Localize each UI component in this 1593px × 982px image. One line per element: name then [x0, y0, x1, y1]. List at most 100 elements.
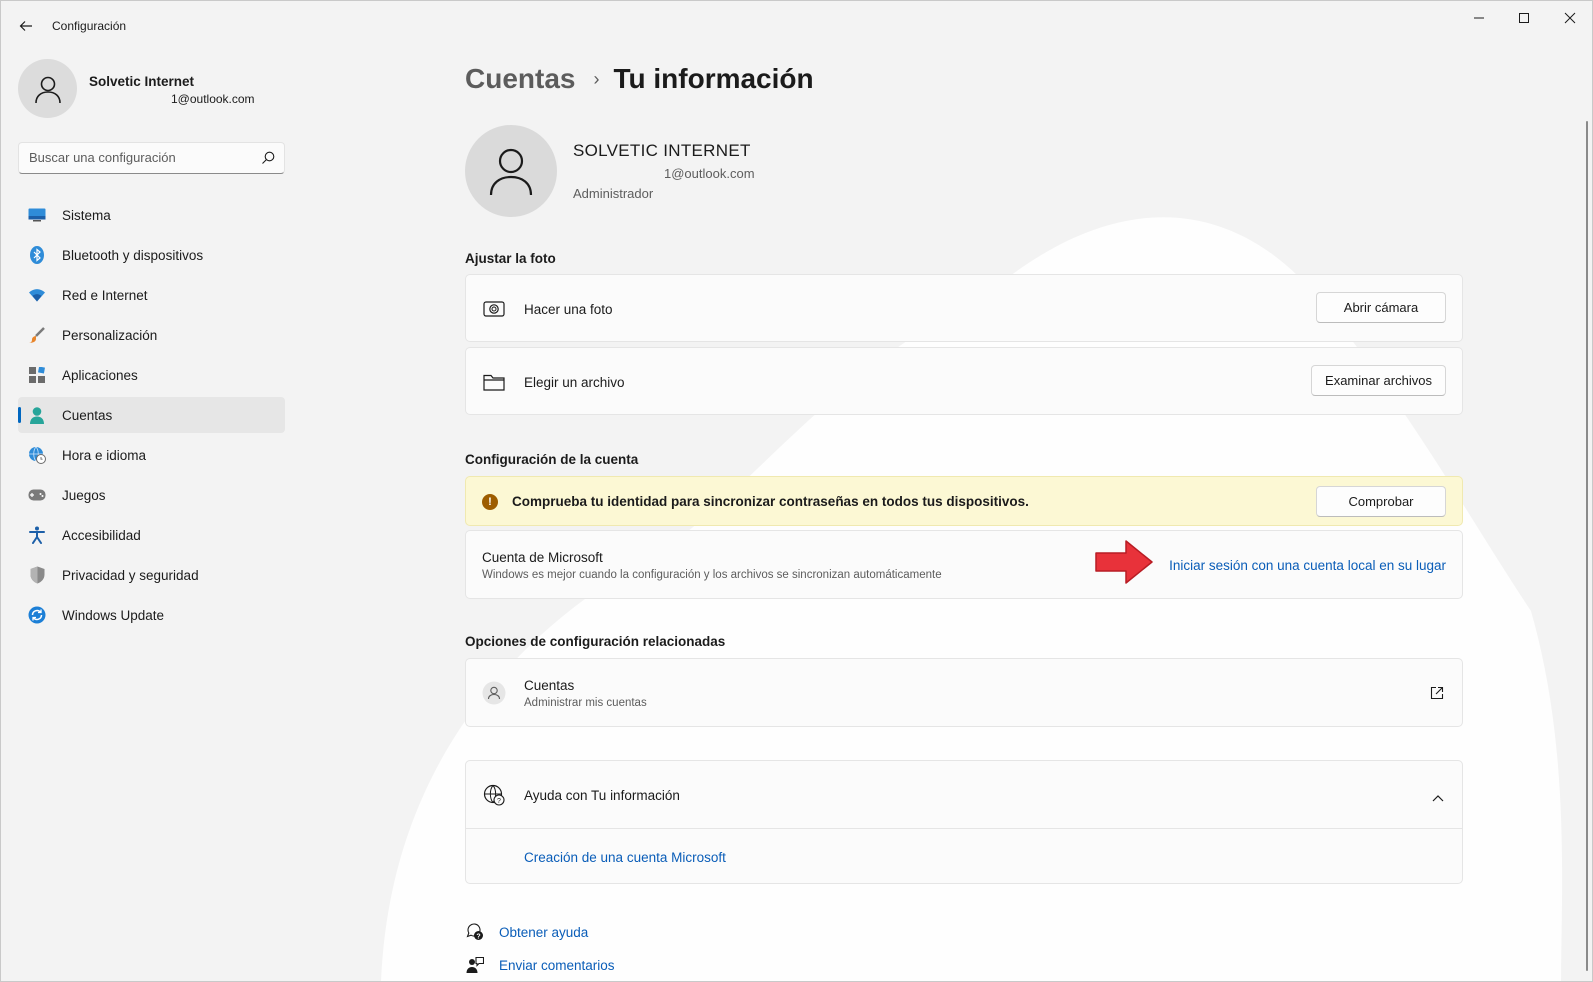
red-arrow-annotation [1095, 540, 1153, 584]
person-icon [28, 406, 46, 424]
sidebar-nav: Sistema Bluetooth y dispositivos Red e I… [18, 197, 285, 637]
breadcrumb-parent[interactable]: Cuentas [465, 63, 575, 95]
profile-name: Solvetic Internet [89, 74, 195, 89]
person-icon [489, 148, 533, 196]
globe-help-icon: ? [482, 783, 506, 807]
bluetooth-icon [28, 246, 46, 264]
back-arrow-icon [19, 21, 32, 31]
breadcrumb-separator: › [593, 68, 600, 89]
globe-clock-icon [28, 446, 46, 464]
brush-icon [28, 326, 46, 344]
search-input[interactable] [29, 150, 249, 165]
sidebar-item-label: Windows Update [62, 607, 165, 623]
external-link-icon[interactable] [1430, 686, 1444, 705]
microsoft-account-label: Cuenta de Microsoft [482, 550, 603, 565]
sidebar-item-label: Sistema [62, 207, 111, 223]
sidebar-item-label: Privacidad y seguridad [62, 567, 199, 583]
help-label: Ayuda con Tu información [524, 788, 680, 803]
person-icon [34, 76, 61, 103]
gamepad-icon [28, 486, 46, 504]
sidebar-item-aplicaciones[interactable]: Aplicaciones [18, 357, 285, 393]
back-button[interactable] [13, 13, 39, 39]
sidebar-item-label: Bluetooth y dispositivos [62, 247, 204, 263]
sidebar-item-label: Hora e idioma [62, 447, 147, 463]
person-circle-icon [482, 681, 506, 705]
folder-icon [482, 370, 506, 394]
apps-icon [28, 366, 46, 384]
sidebar-item-sistema[interactable]: Sistema [18, 197, 285, 233]
user-avatar [465, 125, 557, 217]
verify-button[interactable]: Comprobar [1316, 486, 1446, 517]
sidebar-item-juegos[interactable]: Juegos [18, 477, 285, 513]
section-title-account: Configuración de la cuenta [465, 452, 639, 467]
sidebar-item-accesibilidad[interactable]: Accesibilidad [18, 517, 285, 553]
sidebar-item-label: Cuentas [62, 407, 113, 423]
scrollbar[interactable] [1586, 121, 1588, 971]
search-box[interactable] [18, 142, 285, 174]
user-email: 1@outlook.com [664, 166, 755, 181]
settings-window: Configuración Solvetic Internet 1@outloo… [0, 0, 1593, 982]
get-help-label[interactable]: Obtener ayuda [499, 925, 588, 940]
minimize-icon [1474, 17, 1484, 19]
get-help-link[interactable]: ? Obtener ayuda [465, 922, 588, 942]
sidebar-item-personalizacion[interactable]: Personalización [18, 317, 285, 353]
send-feedback-link[interactable]: Enviar comentarios [465, 955, 615, 975]
sidebar-item-label: Aplicaciones [62, 367, 138, 383]
feedback-icon [465, 955, 485, 975]
accessibility-icon [28, 526, 46, 544]
camera-icon [482, 297, 506, 321]
wifi-icon [28, 286, 46, 304]
open-camera-button[interactable]: Abrir cámara [1316, 292, 1446, 323]
section-title-photo: Ajustar la foto [465, 251, 556, 266]
choose-file-label: Elegir un archivo [524, 375, 625, 390]
create-account-link[interactable]: Creación de una cuenta Microsoft [524, 850, 726, 865]
update-icon [28, 606, 46, 624]
section-title-related: Opciones de configuración relacionadas [465, 634, 726, 649]
warning-text: Comprueba tu identidad para sincronizar … [512, 494, 1029, 509]
sidebar-item-red[interactable]: Red e Internet [18, 277, 285, 313]
help-card: ? Ayuda con Tu información Creación de u… [465, 760, 1463, 884]
help-chat-icon: ? [465, 922, 485, 942]
microsoft-account-card: Cuenta de Microsoft Windows es mejor cua… [465, 530, 1463, 599]
related-accounts-card[interactable]: Cuentas Administrar mis cuentas [465, 658, 1463, 727]
send-feedback-label[interactable]: Enviar comentarios [499, 958, 615, 973]
search-icon[interactable] [260, 150, 276, 166]
chevron-up-icon[interactable] [1432, 789, 1444, 807]
close-icon [1564, 12, 1576, 24]
profile-email: 1@outlook.com [171, 92, 255, 106]
app-title: Configuración [52, 19, 127, 33]
take-photo-label: Hacer una foto [524, 302, 613, 317]
title-bar: Configuración [1, 1, 1592, 49]
sidebar-item-windows-update[interactable]: Windows Update [18, 597, 285, 633]
help-card-header[interactable]: ? Ayuda con Tu información [466, 761, 1462, 828]
sidebar-item-label: Accesibilidad [62, 527, 141, 543]
take-photo-card: Hacer una foto Abrir cámara [465, 274, 1463, 342]
divider [466, 828, 1462, 829]
close-button[interactable] [1547, 1, 1592, 35]
related-accounts-description: Administrar mis cuentas [524, 697, 647, 709]
sidebar-item-bluetooth[interactable]: Bluetooth y dispositivos [18, 237, 285, 273]
user-name: SOLVETIC INTERNET [573, 141, 751, 160]
sidebar-item-hora[interactable]: Hora e idioma [18, 437, 285, 473]
local-account-link[interactable]: Iniciar sesión con una cuenta local en s… [1169, 558, 1446, 573]
maximize-button[interactable] [1501, 1, 1547, 35]
related-accounts-label: Cuentas [524, 678, 575, 693]
svg-text:?: ? [476, 933, 480, 940]
avatar [18, 59, 77, 118]
monitor-icon [28, 206, 46, 224]
identity-warning-card: ! Comprueba tu identidad para sincroniza… [465, 476, 1463, 526]
sidebar-item-label: Personalización [62, 327, 158, 343]
browse-files-button[interactable]: Examinar archivos [1311, 365, 1446, 396]
sidebar-item-label: Juegos [62, 487, 106, 503]
maximize-icon [1519, 13, 1529, 23]
minimize-button[interactable] [1456, 1, 1502, 35]
shield-icon [28, 566, 46, 584]
page-title: Tu información [613, 63, 814, 94]
svg-text:?: ? [497, 798, 501, 805]
microsoft-account-description: Windows es mejor cuando la configuración… [482, 569, 942, 581]
warning-icon: ! [482, 494, 498, 510]
sidebar-item-privacidad[interactable]: Privacidad y seguridad [18, 557, 285, 593]
user-role: Administrador [573, 186, 654, 201]
sidebar-item-cuentas[interactable]: Cuentas [18, 397, 285, 433]
breadcrumb: Cuentas › Tu información [465, 59, 814, 99]
